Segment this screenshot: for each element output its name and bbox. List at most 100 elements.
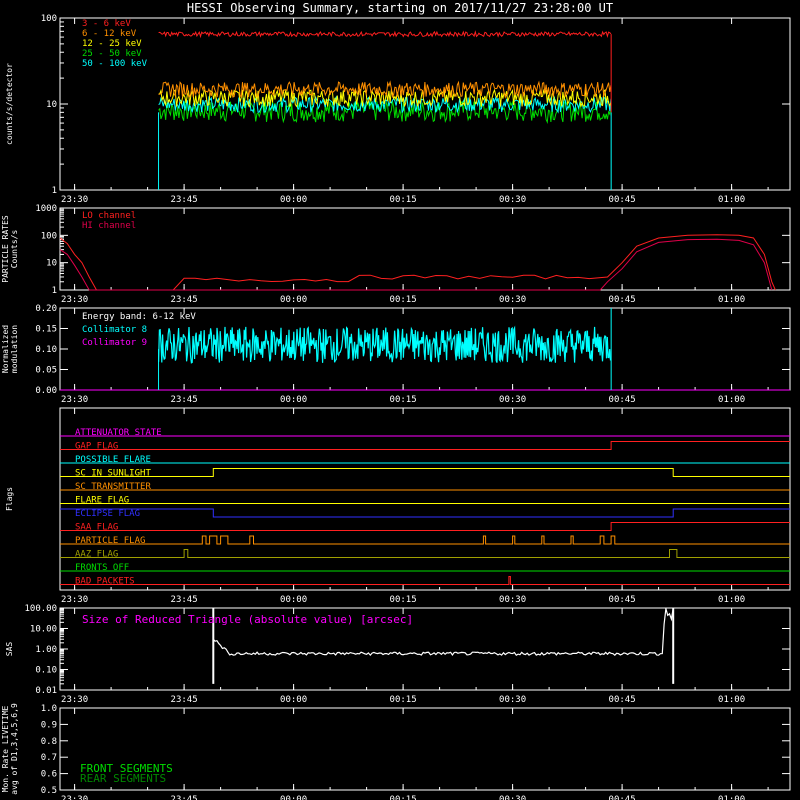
y-axis-label: Counts/s <box>10 230 19 269</box>
y-tick-label: 10 <box>46 100 57 110</box>
x-tick-label: 00:15 <box>390 295 417 305</box>
x-tick-label: 23:45 <box>171 595 198 605</box>
x-tick-label: 23:30 <box>61 395 88 405</box>
x-tick-label: 01:00 <box>718 795 745 800</box>
flag-label: ECLIPSE FLAG <box>75 509 140 519</box>
flag-eclipse-line <box>60 508 790 518</box>
x-tick-label: 23:45 <box>171 695 198 705</box>
x-tick-label: 00:30 <box>499 795 526 800</box>
panel-frame <box>59 407 791 591</box>
y-tick-label: 0.5 <box>41 786 57 796</box>
y-tick-label: 0.15 <box>35 325 57 335</box>
series-collimator-8-line <box>158 325 612 364</box>
y-tick-label: 0.00 <box>35 386 57 396</box>
y-axis-label: counts/s/detector <box>5 63 14 145</box>
x-tick-label: 23:45 <box>171 795 198 800</box>
y-tick-label: 0.20 <box>35 304 57 314</box>
x-tick-label: 01:00 <box>718 695 745 705</box>
y-tick-label: 1 <box>52 186 57 196</box>
x-tick-label: 00:00 <box>280 395 307 405</box>
y-tick-label: 100 <box>41 231 57 241</box>
flag-saa-line <box>60 522 790 531</box>
flag-gap-line <box>60 441 790 450</box>
flag-sunlight-line <box>60 468 790 477</box>
x-tick-label: 00:30 <box>499 695 526 705</box>
x-tick-label: 00:45 <box>609 395 636 405</box>
chart-annotation: Size of Reduced Triangle (absolute value… <box>82 613 413 626</box>
flag-particle-line <box>60 535 790 545</box>
y-tick-label: 0.9 <box>41 720 57 730</box>
y-tick-label: 1.0 <box>41 704 57 714</box>
x-tick-label: 00:15 <box>390 195 417 205</box>
x-tick-label: 00:45 <box>609 695 636 705</box>
y-axis-label: SAS <box>5 642 14 657</box>
x-tick-label: 23:30 <box>61 595 88 605</box>
flag-bad-packets-line <box>60 576 790 585</box>
x-tick-label: 00:45 <box>609 195 636 205</box>
flag-aaz-line <box>60 549 790 558</box>
legend-entry: 50 - 100 keV <box>82 59 148 69</box>
series-hi-channel-line <box>59 238 773 291</box>
x-tick-label: 00:00 <box>280 595 307 605</box>
legend-entry: 25 - 50 keV <box>82 49 142 59</box>
x-tick-label: 00:30 <box>499 595 526 605</box>
x-tick-label: 23:45 <box>171 395 198 405</box>
x-tick-label: 00:30 <box>499 195 526 205</box>
x-tick-label: 00:30 <box>499 295 526 305</box>
chart-annotation: Energy band: 6-12 keV <box>82 312 196 322</box>
x-tick-label: 00:00 <box>280 195 307 205</box>
y-axis-label: Normalized <box>1 325 10 373</box>
summary-chart: 23:30 23:45 00:00 00:15 00:30 00:45 01:00 count… <box>1 14 791 800</box>
series-0-line <box>158 30 612 39</box>
y-tick-label: 0.6 <box>41 770 57 780</box>
y-tick-label: 1000 <box>35 204 57 214</box>
legend-entry: HI channel <box>82 221 136 231</box>
y-tick-label: 100 <box>41 14 57 24</box>
y-tick-label: 10 <box>46 259 57 269</box>
y-tick-label: 0.7 <box>41 753 57 763</box>
x-tick-label: 01:00 <box>718 595 745 605</box>
y-tick-label: 0.10 <box>35 666 57 676</box>
y-tick-label: 0.05 <box>35 366 57 376</box>
x-tick-label: 23:45 <box>171 295 198 305</box>
y-tick-label: 1 <box>52 286 57 296</box>
x-tick-label: 00:15 <box>390 395 417 405</box>
legend-entry: Collimator 9 <box>82 338 147 348</box>
x-tick-label: 00:00 <box>280 295 307 305</box>
panel-frame <box>59 707 791 791</box>
x-tick-label: 23:45 <box>171 195 198 205</box>
x-tick-label: 00:45 <box>609 795 636 800</box>
y-axis-label: modulation <box>10 325 19 373</box>
y-tick-label: 0.10 <box>35 345 57 355</box>
legend-entry: 6 - 12 keV <box>82 29 137 39</box>
y-tick-label: 1.00 <box>35 645 57 655</box>
y-axis-label: Flags <box>5 487 14 511</box>
legend-entry: REAR SEGMENTS <box>80 772 166 785</box>
x-tick-label: 00:00 <box>280 695 307 705</box>
y-axis-label: PARTICLE RATES <box>1 215 10 283</box>
x-tick-label: 23:30 <box>61 195 88 205</box>
x-tick-label: 00:30 <box>499 395 526 405</box>
y-tick-label: 10.00 <box>30 625 57 635</box>
x-tick-label: 00:00 <box>280 795 307 800</box>
y-tick-label: 0.8 <box>41 737 57 747</box>
legend-entry: 12 - 25 keV <box>82 39 142 49</box>
x-tick-label: 01:00 <box>718 395 745 405</box>
x-tick-label: 01:00 <box>718 295 745 305</box>
legend-entry: Collimator 8 <box>82 325 147 335</box>
legend-entry: 3 - 6 keV <box>82 19 131 29</box>
x-tick-label: 00:15 <box>390 795 417 800</box>
y-tick-label: 0.01 <box>35 686 57 696</box>
x-tick-label: 23:30 <box>61 795 88 800</box>
x-tick-label: 23:30 <box>61 295 88 305</box>
y-axis-label: avg of D1,3,4,5,6,9 <box>10 703 19 795</box>
x-tick-label: 00:45 <box>609 295 636 305</box>
x-tick-label: 23:30 <box>61 695 88 705</box>
y-axis-label: Mon. Rate LIVETIME <box>1 705 10 792</box>
legend-entry: LO channel <box>82 211 136 221</box>
x-tick-label: 00:15 <box>390 595 417 605</box>
x-tick-label: 00:45 <box>609 595 636 605</box>
x-tick-label: 00:15 <box>390 695 417 705</box>
x-tick-label: 01:00 <box>718 195 745 205</box>
y-tick-label: 100.00 <box>24 604 57 614</box>
